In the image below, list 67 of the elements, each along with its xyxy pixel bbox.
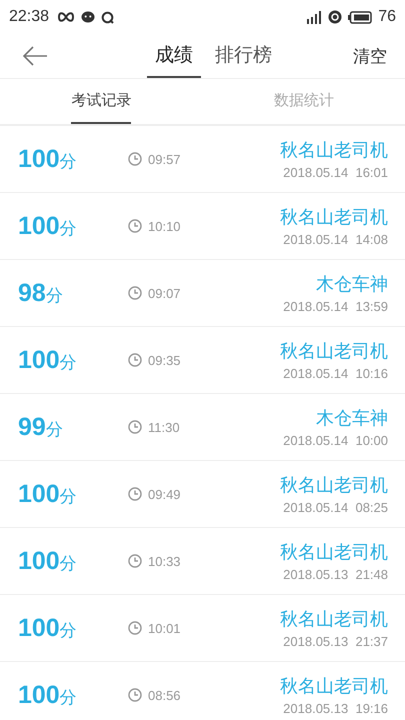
score-value: 100 (18, 680, 60, 710)
exam-duration: 08:56 (148, 688, 181, 702)
exam-duration: 09:49 (148, 486, 181, 502)
chat-bubble-icon (81, 10, 96, 24)
clock-icon (128, 353, 142, 367)
exam-duration: 09:35 (148, 352, 181, 368)
score-value: 100 (18, 144, 60, 174)
score-value: 99 (18, 412, 46, 442)
score-value: 100 (18, 614, 60, 642)
user-name: 秋名山老司机 (280, 608, 388, 631)
score-unit: 分 (60, 552, 77, 574)
score-value: 100 (18, 212, 60, 240)
score-unit: 分 (60, 352, 77, 374)
clock-icon (128, 688, 142, 702)
score-unit: 分 (60, 486, 77, 508)
exam-date: 2018.05.13 21:48 (283, 567, 388, 582)
clock-icon (128, 286, 142, 300)
score-unit: 分 (60, 218, 77, 240)
clear-button[interactable]: 清空 (349, 40, 391, 72)
score-value: 100 (18, 480, 60, 508)
clock-icon (128, 420, 142, 434)
battery-icon (348, 10, 372, 24)
clock-icon (128, 487, 142, 501)
header-tab[interactable]: 排行榜 (207, 34, 280, 78)
exam-duration: 10:10 (148, 218, 181, 234)
user-name: 秋名山老司机 (280, 340, 388, 363)
clock-icon (128, 152, 142, 166)
score-unit: 分 (60, 620, 77, 642)
exam-duration: 09:57 (148, 152, 181, 166)
user-name: 秋名山老司机 (280, 206, 388, 229)
score-unit: 分 (60, 686, 77, 708)
score-unit: 分 (46, 418, 63, 440)
exam-duration: 10:01 (148, 620, 181, 636)
clock-icon (128, 621, 142, 635)
score-value: 100 (18, 346, 60, 374)
exam-date: 2018.05.14 10:00 (283, 433, 388, 448)
exam-duration: 10:33 (148, 554, 181, 568)
exam-date: 2018.05.14 10:16 (283, 366, 388, 381)
score-unit: 分 (60, 150, 77, 172)
battery-level: 76 (378, 8, 396, 26)
subtab[interactable]: 考试记录 (0, 79, 202, 124)
exam-date: 2018.05.13 19:16 (283, 701, 388, 716)
user-name: 木仓车神 (316, 407, 388, 430)
score-unit: 分 (46, 284, 63, 306)
q-icon (101, 10, 114, 24)
user-name: 秋名山老司机 (280, 474, 388, 497)
user-name: 木仓车神 (316, 273, 388, 296)
exam-duration: 11:30 (148, 420, 180, 434)
exam-date: 2018.05.14 08:25 (283, 500, 388, 515)
exam-duration: 09:07 (148, 286, 181, 300)
header-tab[interactable]: 成绩 (147, 34, 201, 78)
sync-icon (328, 10, 342, 24)
clock-icon (128, 219, 142, 233)
signal-icon (306, 10, 322, 24)
infinity-icon (57, 11, 76, 23)
exam-date: 2018.05.13 21:37 (283, 634, 388, 649)
status-time: 22:38 (9, 8, 50, 26)
back-icon[interactable] (22, 46, 48, 66)
exam-date: 2018.05.14 14:08 (283, 232, 388, 247)
user-name: 秋名山老司机 (280, 139, 388, 162)
score-value: 98 (18, 278, 46, 308)
exam-date: 2018.05.14 16:01 (283, 165, 388, 180)
score-value: 100 (18, 546, 60, 576)
user-name: 秋名山老司机 (280, 675, 388, 698)
exam-date: 2018.05.14 13:59 (283, 299, 388, 314)
clock-icon (128, 554, 142, 568)
user-name: 秋名山老司机 (280, 541, 388, 564)
